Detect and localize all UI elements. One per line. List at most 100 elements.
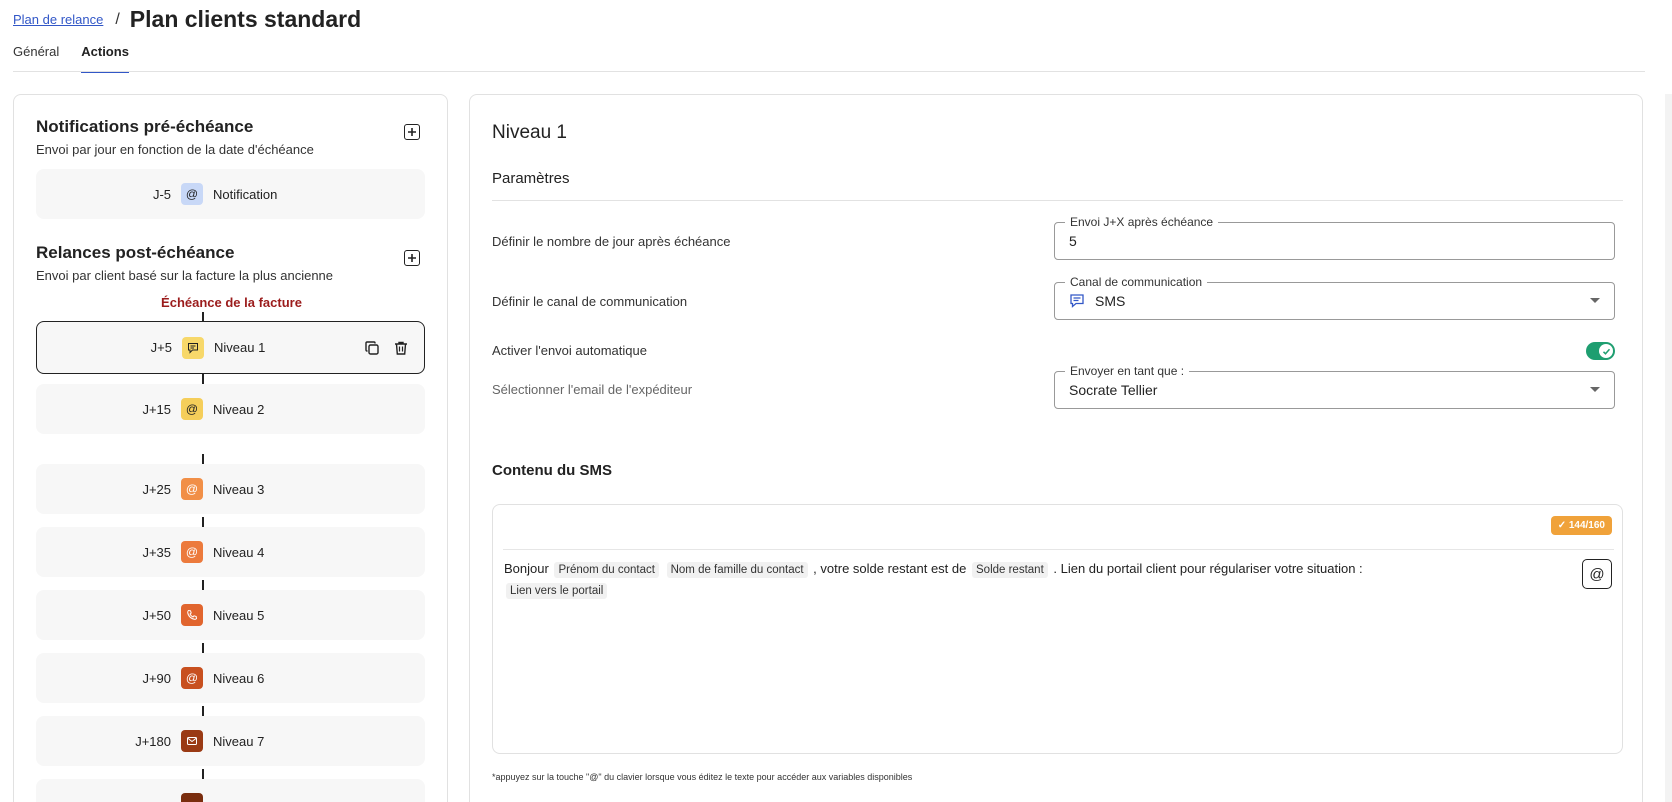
plus-icon — [408, 254, 416, 262]
step-notification[interactable]: J-5 @ Notification — [36, 169, 425, 219]
char-counter-badge: ✓ 144/160 — [1550, 516, 1612, 535]
sms-text-segment: , votre solde restant est de — [813, 561, 967, 576]
variable-chip[interactable]: Nom de famille du contact — [666, 562, 808, 578]
add-post-reminder-button[interactable] — [404, 250, 420, 266]
tab-actions[interactable]: Actions — [81, 44, 129, 73]
step-niveau-3[interactable]: J+25 @ Niveau 3 — [36, 464, 425, 514]
timeline-connector — [202, 454, 204, 464]
step-day: J+25 — [142, 481, 171, 497]
timeline-connector — [202, 374, 204, 384]
sms-content-title: Contenu du SMS — [492, 462, 612, 479]
due-date-label: Échéance de la facture — [161, 295, 302, 310]
insert-variable-button[interactable]: @ — [1582, 559, 1612, 589]
breadcrumb-link-plan-de-relance[interactable]: Plan de relance — [13, 12, 103, 27]
variable-chip[interactable]: Prénom du contact — [554, 562, 659, 578]
at-icon: @ — [181, 398, 203, 420]
steps-panel: Notifications pré-échéance Envoi par jou… — [13, 94, 448, 802]
chevron-down-icon — [1590, 298, 1600, 303]
check-icon — [1599, 344, 1613, 358]
trash-icon[interactable] — [391, 338, 410, 357]
timeline-connector — [202, 312, 204, 321]
timeline-connector — [202, 706, 204, 716]
step-label: Niveau 5 — [213, 607, 265, 623]
scrollbar[interactable] — [1665, 94, 1672, 802]
sms-text-segment: Bonjour — [504, 561, 549, 576]
variable-chip[interactable]: Solde restant — [972, 562, 1048, 578]
channel-select-value: SMS — [1095, 293, 1126, 309]
chevron-down-icon — [1590, 387, 1600, 392]
pre-section-subtitle: Envoi par jour en fonction de la date d'… — [36, 142, 314, 157]
timeline-connector — [202, 517, 204, 527]
params-title: Paramètres — [492, 170, 570, 187]
footnote: *appuyez sur la touche "@" du clavier lo… — [492, 772, 913, 782]
sms-editor[interactable]: ✓ 144/160 Bonjour Prénom du contact Nom … — [492, 504, 1623, 754]
step-niveau-2[interactable]: J+15 @ Niveau 2 — [36, 384, 425, 434]
step-day: J+5 — [150, 340, 172, 355]
timeline-connector — [202, 769, 204, 779]
days-field-legend: Envoi J+X après échéance — [1065, 215, 1219, 229]
step-day: J-5 — [152, 186, 171, 202]
duplicate-icon[interactable] — [362, 338, 381, 357]
at-icon: @ — [181, 667, 203, 689]
timeline-connector — [202, 643, 204, 653]
params-divider — [492, 200, 1623, 201]
pre-section-title: Notifications pré-échéance — [36, 117, 254, 136]
step-day: J+15 — [142, 401, 171, 417]
breadcrumb-separator: / — [115, 10, 120, 28]
step-niveau-7[interactable]: J+180 Niveau 7 — [36, 716, 425, 766]
step-niveau-4[interactable]: J+35 @ Niveau 4 — [36, 527, 425, 577]
step-day: J+50 — [142, 607, 171, 623]
step-niveau-6[interactable]: J+90 @ Niveau 6 — [36, 653, 425, 703]
sender-select-value: Socrate Tellier — [1069, 382, 1158, 398]
step-label: Niveau 7 — [213, 733, 265, 749]
step-actions — [362, 338, 410, 357]
tab-bar: Général Actions — [13, 44, 151, 73]
timeline-connector — [202, 580, 204, 590]
add-pre-notification-button[interactable] — [404, 124, 420, 140]
at-icon: @ — [181, 541, 203, 563]
plus-icon — [408, 128, 416, 136]
step-niveau-5[interactable]: J+50 Niveau 5 — [36, 590, 425, 640]
step-niveau-1[interactable]: J+5 Niveau 1 — [36, 321, 425, 374]
step-label: Niveau 1 — [214, 340, 266, 355]
at-icon: @ — [181, 478, 203, 500]
step-label: Niveau 3 — [213, 481, 265, 497]
post-section-subtitle: Envoi par client basé sur la facture la … — [36, 268, 334, 283]
channel-select[interactable]: Canal de communication SMS — [1054, 275, 1615, 320]
days-after-due-field[interactable]: Envoi J+X après échéance 5 — [1054, 215, 1615, 260]
step-label: Niveau 6 — [213, 670, 265, 686]
breadcrumb: Plan de relance / Plan clients standard — [13, 6, 361, 33]
editor-divider — [503, 549, 1614, 550]
sender-select-legend: Envoyer en tant que : — [1065, 364, 1190, 378]
tabs-divider — [13, 71, 1645, 72]
page-title: Plan clients standard — [129, 6, 362, 32]
auto-send-label: Activer l'envoi automatique — [492, 343, 647, 358]
step-next[interactable] — [36, 779, 425, 802]
mail-icon — [181, 730, 203, 752]
step-day: J+35 — [142, 544, 171, 560]
level-title: Niveau 1 — [492, 122, 567, 143]
step-day: J+180 — [135, 733, 171, 749]
days-field-value: 5 — [1069, 233, 1077, 249]
step-label: Notification — [213, 186, 278, 202]
channel-label: Définir le canal de communication — [492, 294, 688, 309]
level-icon — [181, 793, 203, 802]
sms-text[interactable]: Bonjour Prénom du contact Nom de famille… — [504, 559, 1504, 601]
variable-chip[interactable]: Lien vers le portail — [506, 583, 608, 599]
at-icon: @ — [181, 183, 203, 205]
tab-general[interactable]: Général — [13, 44, 59, 73]
level-detail-panel: Niveau 1 Paramètres Définir le nombre de… — [469, 94, 1643, 802]
chat-icon — [182, 336, 204, 359]
auto-send-toggle[interactable] — [1586, 342, 1615, 360]
sender-label: Sélectionner l'email de l'expéditeur — [492, 382, 693, 397]
step-label: Niveau 2 — [213, 401, 265, 417]
sender-select[interactable]: Envoyer en tant que : Socrate Tellier — [1054, 364, 1615, 409]
step-day: J+90 — [142, 670, 171, 686]
step-label: Niveau 4 — [213, 544, 265, 560]
post-section-title: Relances post-échéance — [36, 243, 235, 262]
phone-icon — [181, 604, 203, 626]
chat-icon — [1069, 293, 1085, 309]
channel-select-legend: Canal de communication — [1065, 275, 1208, 289]
sms-text-segment: . Lien du portail client pour régularise… — [1053, 561, 1363, 576]
days-label: Définir le nombre de jour après échéance — [492, 234, 731, 249]
